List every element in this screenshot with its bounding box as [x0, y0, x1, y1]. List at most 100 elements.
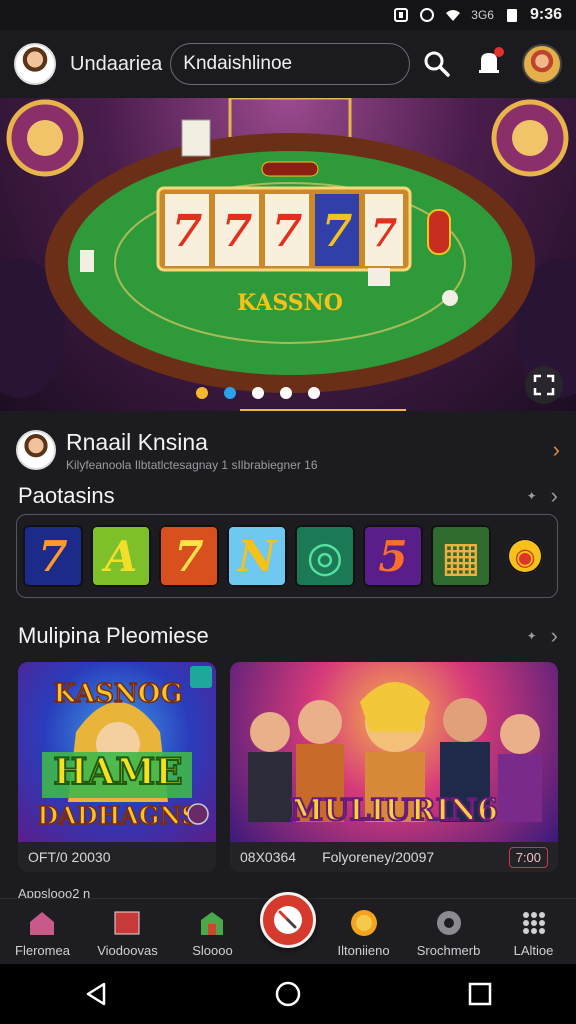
nav-item[interactable]: Srochmerb [406, 907, 491, 958]
hero-dot[interactable] [252, 387, 264, 399]
hero-table-text: KASSNO [237, 290, 343, 316]
nav-label: Sloooo [192, 943, 233, 958]
promo-meta: OFT/0 20030 [18, 842, 216, 872]
home-icon [26, 907, 58, 939]
promo-card[interactable]: MULIURIN6 08X0364 Folyoreney/20097 7:00 [230, 662, 558, 872]
expand-icon [533, 374, 555, 396]
game-tile-glyph: ◉ [514, 541, 536, 571]
game-tile-glyph: 7 [174, 531, 204, 581]
store-icon [196, 907, 228, 939]
hero-illustration: 7 7 7 7 7 KASSNO [0, 98, 576, 398]
video-icon [111, 907, 143, 939]
sync-icon [420, 8, 435, 22]
promo-image: MULIURIN6 [230, 662, 558, 842]
game-tile[interactable]: 7 [23, 525, 83, 587]
chevron-right-icon[interactable]: › [553, 437, 560, 463]
avatar[interactable] [14, 43, 56, 85]
games-strip: 7 A 7 N ◎ 5 ▦ ◉ [16, 514, 558, 598]
profile-avatar[interactable] [522, 44, 562, 84]
promo-image: KASNOG HAME DADHAGNS [18, 662, 216, 842]
hero-dot[interactable] [280, 387, 292, 399]
game-tile-glyph: ◎ [306, 531, 344, 581]
network-label: 3G6 [471, 8, 494, 22]
nav-item[interactable]: Viodoovas [85, 907, 170, 958]
hero-reel-1: 7 [172, 206, 203, 257]
promo-date: Folyoreney/20097 [322, 849, 435, 865]
promo-badge-icon [190, 666, 212, 688]
recents-icon[interactable] [466, 980, 494, 1008]
nav-label: Iltoniieno [337, 943, 390, 958]
promo-text-mid: HAME [53, 751, 182, 793]
hero-dot[interactable] [196, 387, 208, 399]
game-tile[interactable]: A [91, 525, 151, 587]
featured-row[interactable]: Rnaail Knsina Kilyfeanoola Ilbtatlctesag… [0, 424, 576, 476]
nav-label: Srochmerb [416, 943, 481, 958]
featured-avatar [16, 430, 56, 470]
app-screen: 3G6 9:36 Undaariea Kndaishlinoe 7 7 7 7 … [0, 0, 576, 1024]
gear-icon [433, 907, 465, 939]
search-icon [424, 51, 451, 77]
promo-date: OFT/0 20030 [28, 849, 111, 865]
hero-reel-3: 7 [272, 206, 303, 257]
featured-subtitle: Kilyfeanoola Ilbtatlctesagnay 1 sIlbrabi… [66, 457, 318, 472]
nav-item[interactable]: Fleromea [0, 907, 85, 958]
chevron-right-icon[interactable]: › [551, 483, 558, 509]
games-section-header: Paotasins ✦ › [0, 482, 576, 510]
game-tile[interactable]: ▦ [431, 525, 491, 587]
app-title: Undaariea [70, 52, 163, 75]
promo-text-bottom: DADHAGNS [37, 801, 198, 830]
expand-button[interactable] [525, 366, 563, 404]
game-tile-glyph: ▦ [441, 531, 481, 581]
wifi-icon [446, 10, 461, 21]
game-tile[interactable]: 7 [159, 525, 219, 587]
hero-pagination [196, 387, 320, 399]
promo-time-badge: 7:00 [508, 846, 548, 868]
hero-reel-5: 7 [371, 210, 397, 255]
promos-section-header: Mulipina Pleomiese ✦ › [0, 622, 576, 650]
promo-code: 08X0364 [240, 849, 297, 865]
status-bar: 3G6 9:36 [0, 0, 576, 30]
battery-icon [506, 9, 517, 22]
hero-banner[interactable]: 7 7 7 7 7 KASSNO [0, 98, 576, 411]
search-button[interactable] [422, 49, 452, 79]
hero-progress-bar [240, 409, 406, 411]
system-nav-bar [0, 964, 576, 1024]
search-input-value: Kndaishlinoe [183, 53, 293, 74]
promo-text-top: KASNOG [53, 679, 182, 709]
promo-text: MULIURIN6 [290, 793, 498, 828]
game-tile[interactable]: N [227, 525, 287, 587]
nav-item[interactable]: Iltoniieno [321, 907, 406, 958]
hero-dot-active[interactable] [224, 387, 236, 399]
featured-title: Rnaail Knsina [66, 428, 208, 455]
promos-section-title: Mulipina Pleomiese [18, 623, 209, 648]
chevron-right-icon[interactable]: › [551, 623, 558, 649]
sparkle-icon: ✦ [526, 629, 537, 643]
nav-item[interactable]: Sloooo [170, 907, 255, 958]
game-tile-glyph: 5 [378, 531, 408, 581]
games-section-title: Paotasins [18, 483, 115, 508]
promo-illustration: MULIURIN6 [248, 682, 542, 829]
notification-button[interactable] [474, 47, 505, 79]
play-fab-button[interactable] [260, 892, 316, 948]
hero-reel-4: 7 [322, 206, 353, 257]
clock: 9:36 [529, 6, 562, 23]
promo-card[interactable]: KASNOG HAME DADHAGNS OFT/0 20030 [18, 662, 216, 872]
notification-badge [494, 47, 505, 57]
game-tile[interactable]: ◎ [295, 525, 355, 587]
nav-label: Fleromea [15, 943, 70, 958]
grid-icon [518, 907, 550, 939]
app-bar: Undaariea Kndaishlinoe [0, 30, 576, 98]
sparkle-icon: ✦ [526, 489, 537, 503]
search-input[interactable]: Kndaishlinoe [170, 43, 411, 85]
nav-label: LAltioe [513, 943, 554, 958]
back-icon[interactable] [82, 980, 110, 1008]
promo-meta: 08X0364 Folyoreney/20097 7:00 [230, 842, 558, 872]
game-tile-glyph: A [104, 531, 138, 581]
game-tile[interactable]: ◉ [507, 538, 543, 574]
nav-item[interactable]: LAltioe [491, 907, 576, 958]
hero-dot[interactable] [308, 387, 320, 399]
alarm-icon [394, 8, 409, 22]
hero-reel-2: 7 [222, 206, 253, 257]
home-button-icon[interactable] [274, 980, 302, 1008]
game-tile[interactable]: 5 [363, 525, 423, 587]
